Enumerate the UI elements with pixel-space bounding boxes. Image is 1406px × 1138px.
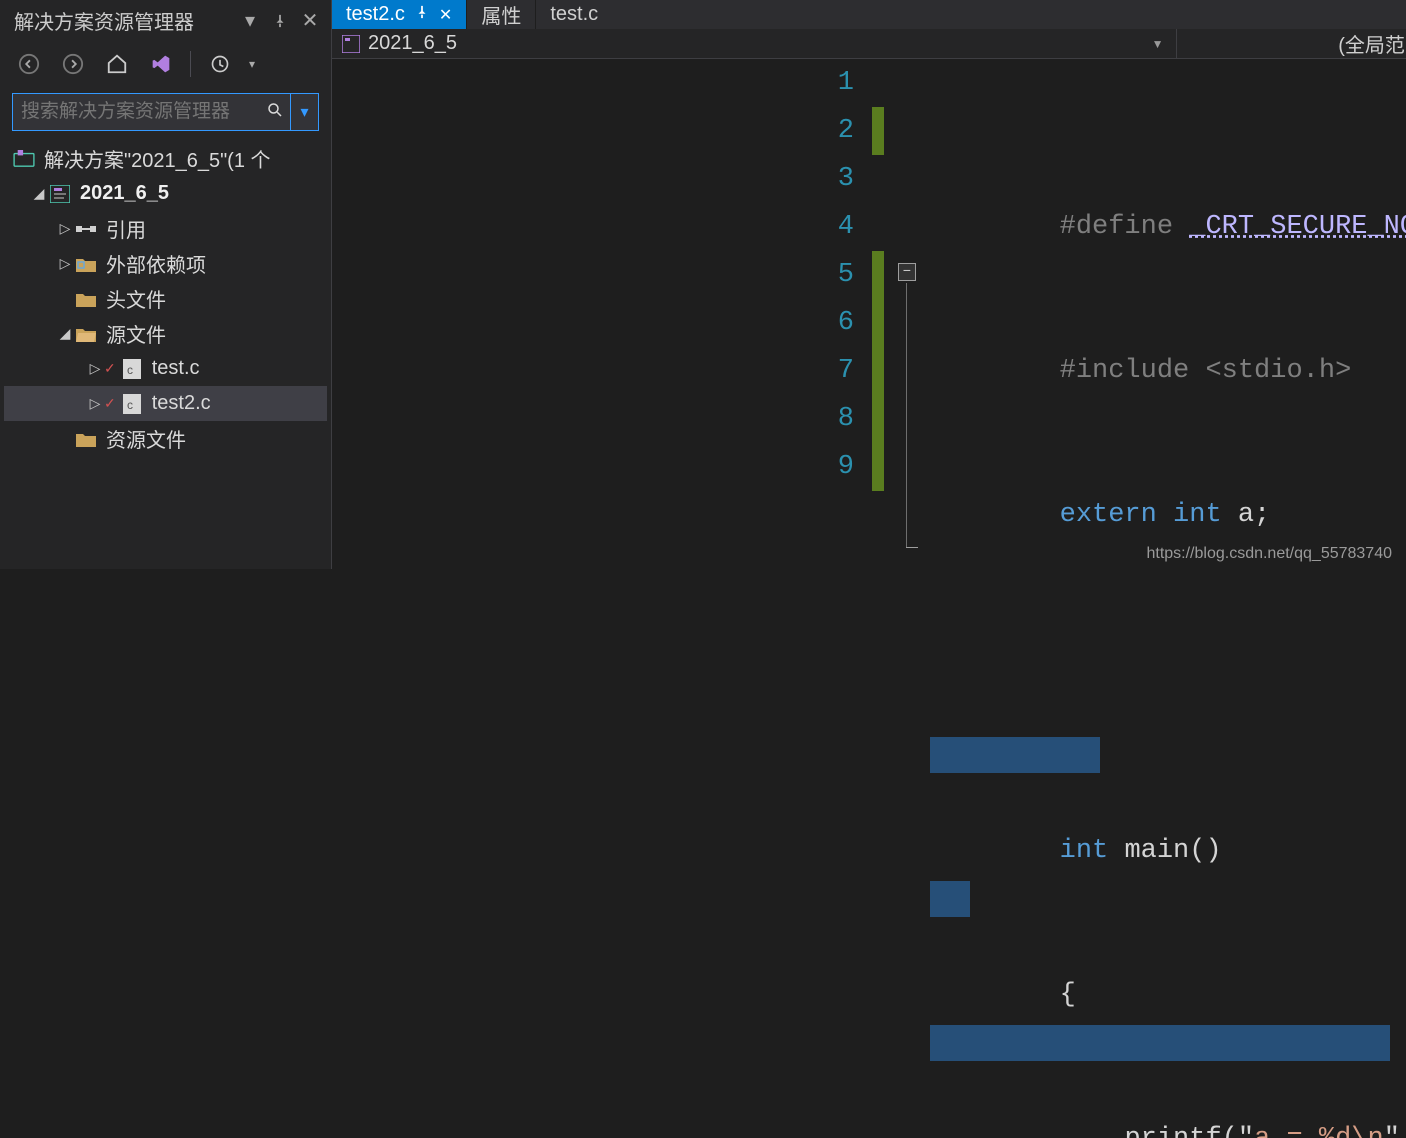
solution-node[interactable]: 解决方案"2021_6_5"(1 个 xyxy=(4,141,327,176)
tab-label: 属性 xyxy=(481,0,521,29)
project-icon xyxy=(342,35,360,53)
tab-label: test2.c xyxy=(346,3,405,26)
home-icon[interactable] xyxy=(102,49,132,79)
check-icon: ✓ xyxy=(104,360,116,377)
project-icon xyxy=(48,184,72,204)
solution-icon xyxy=(12,149,36,169)
resources-node[interactable]: 资源文件 xyxy=(4,421,327,456)
fold-line xyxy=(906,283,907,548)
close-icon[interactable]: ✕ xyxy=(299,10,321,32)
pin-icon[interactable] xyxy=(415,5,429,24)
code-editor[interactable]: 1 2 3 4 5 6 7 8 9 − # xyxy=(332,59,1406,1138)
sources-label: 源文件 xyxy=(106,319,166,348)
folder-icon xyxy=(74,429,98,449)
solution-label: 解决方案"2021_6_5"(1 个 xyxy=(44,144,271,173)
scope-project-label: 2021_6_5 xyxy=(368,32,457,55)
code-area[interactable]: #define _CRT_SECURE_NO_WARNINGS 1 #inclu… xyxy=(930,59,1406,1138)
fold-column: − xyxy=(884,59,930,1138)
sources-node[interactable]: ◢ 源文件 xyxy=(4,316,327,351)
chevron-down-icon: ▼ xyxy=(1152,37,1164,51)
folder-icon xyxy=(74,289,98,309)
line-number: 1 xyxy=(332,59,854,107)
headers-node[interactable]: 头文件 xyxy=(4,281,327,316)
project-label: 2021_6_5 xyxy=(80,182,169,205)
references-label: 引用 xyxy=(106,214,146,243)
scope-global-dropdown[interactable]: (全局范围) xyxy=(1177,29,1406,58)
forward-icon[interactable] xyxy=(58,49,88,79)
line-number: 8 xyxy=(332,395,854,443)
c-file-icon: c xyxy=(120,394,144,414)
navigation-bar: 2021_6_5 ▼ (全局范围) xyxy=(332,29,1406,59)
code-line[interactable] xyxy=(930,587,1406,635)
external-deps-label: 外部依赖项 xyxy=(106,249,206,278)
expand-icon[interactable]: ▷ xyxy=(56,220,74,237)
line-number: 7 xyxy=(332,347,854,395)
line-number: 4 xyxy=(332,203,854,251)
expand-icon[interactable]: ▷ xyxy=(86,395,104,412)
document-tabs: test2.c ✕ 属性 test.c xyxy=(332,0,1406,29)
solution-explorer: 解决方案资源管理器 ▾ ✕ ▾ ▾ xyxy=(0,0,332,569)
expand-icon[interactable]: ▷ xyxy=(86,360,104,377)
watermark: https://blog.csdn.net/qq_55783740 xyxy=(1146,545,1392,563)
scope-project-dropdown[interactable]: 2021_6_5 ▼ xyxy=(332,29,1177,58)
line-number: 5 xyxy=(332,251,854,299)
code-line[interactable]: #include <stdio.h> xyxy=(930,299,1406,347)
expand-icon[interactable]: ▷ xyxy=(56,255,74,272)
expand-icon[interactable]: ◢ xyxy=(30,185,48,202)
check-icon: ✓ xyxy=(104,395,116,412)
fold-end xyxy=(906,547,918,548)
line-number: 2 xyxy=(332,107,854,155)
file-label: test.c xyxy=(152,357,200,380)
line-number: 3 xyxy=(332,155,854,203)
code-line[interactable]: ....printf("a = %d\n", a); xyxy=(930,1019,1406,1067)
search-box[interactable] xyxy=(12,93,291,131)
line-number-gutter: 1 2 3 4 5 6 7 8 9 xyxy=(332,59,872,1138)
change-indicator xyxy=(872,59,884,1138)
tab-test-c[interactable]: test.c xyxy=(536,0,612,29)
code-line[interactable]: int main() xyxy=(930,731,1406,779)
solution-tree: 解决方案"2021_6_5"(1 个 ◢ 2021_6_5 ▷ 引用 ▷ 外部依… xyxy=(0,139,331,458)
toolbar-chevron-icon[interactable]: ▾ xyxy=(249,57,255,71)
line-number: 9 xyxy=(332,443,854,491)
file-test2-c[interactable]: ▷ ✓ c test2.c xyxy=(4,386,327,421)
file-label: test2.c xyxy=(152,392,211,415)
expand-icon[interactable]: ◢ xyxy=(56,325,74,342)
svg-text:c: c xyxy=(127,398,133,412)
svg-text:c: c xyxy=(127,363,133,377)
c-file-icon: c xyxy=(120,359,144,379)
pin-icon[interactable] xyxy=(269,10,291,32)
close-icon[interactable]: ✕ xyxy=(439,5,452,25)
back-icon[interactable] xyxy=(14,49,44,79)
tab-label: test.c xyxy=(550,3,598,26)
project-node[interactable]: ◢ 2021_6_5 xyxy=(4,176,327,211)
code-line[interactable]: { xyxy=(930,875,1406,923)
folder-open-icon xyxy=(74,324,98,344)
references-icon xyxy=(74,219,98,239)
explorer-toolbar: ▾ xyxy=(0,41,331,87)
search-icon[interactable] xyxy=(266,101,284,124)
explorer-title: 解决方案资源管理器 xyxy=(14,6,231,35)
history-icon[interactable] xyxy=(205,49,235,79)
fold-toggle[interactable]: − xyxy=(898,263,916,281)
file-test-c[interactable]: ▷ ✓ c test.c xyxy=(4,351,327,386)
headers-label: 头文件 xyxy=(106,284,166,313)
dropdown-icon[interactable]: ▾ xyxy=(239,10,261,32)
references-node[interactable]: ▷ 引用 xyxy=(4,211,327,246)
code-line[interactable]: extern int a; xyxy=(930,443,1406,491)
line-number: 6 xyxy=(332,299,854,347)
external-deps-node[interactable]: ▷ 外部依赖项 xyxy=(4,246,327,281)
folder-icon xyxy=(74,254,98,274)
search-dropdown[interactable]: ▾ xyxy=(291,93,319,131)
resources-label: 资源文件 xyxy=(106,424,186,453)
tab-properties[interactable]: 属性 xyxy=(467,0,536,29)
scope-global-label: (全局范围) xyxy=(1338,29,1406,58)
code-line[interactable]: #define _CRT_SECURE_NO_WARNINGS 1 xyxy=(930,155,1406,203)
vs-icon[interactable] xyxy=(146,49,176,79)
search-input[interactable] xyxy=(21,101,266,123)
toolbar-separator xyxy=(190,51,191,77)
tab-test2-c[interactable]: test2.c ✕ xyxy=(332,0,467,29)
